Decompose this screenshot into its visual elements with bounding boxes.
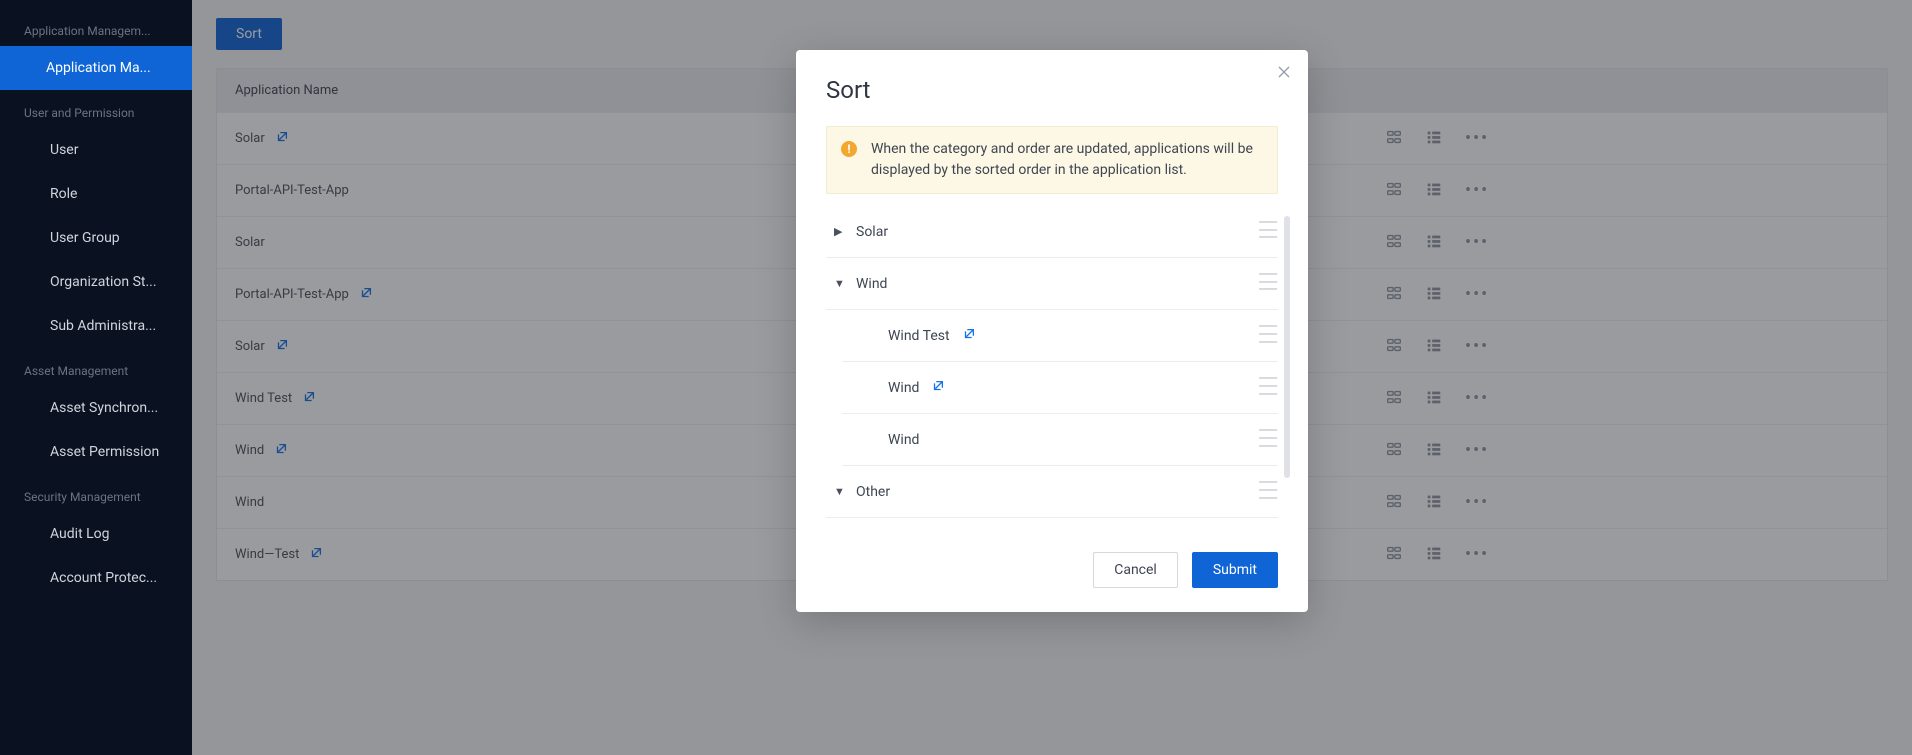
sidebar-item[interactable]: Role	[0, 172, 192, 216]
external-link-icon[interactable]	[962, 327, 976, 345]
drag-handle-icon[interactable]: ――――――	[1258, 324, 1276, 347]
sidebar-group-title: User and Permission	[0, 90, 192, 128]
sidebar-item[interactable]: Audit Log	[0, 512, 192, 556]
sidebar-item[interactable]: Account Protec...	[0, 556, 192, 600]
sidebar-group-title: Application Managem...	[0, 8, 192, 46]
drag-handle-icon[interactable]: ――――――	[1258, 272, 1276, 295]
sidebar-item[interactable]: User Group	[0, 216, 192, 260]
sidebar-group-title: Security Management	[0, 474, 192, 512]
tree-label: Wind	[888, 380, 919, 396]
modal-title: Sort	[826, 76, 1278, 104]
drag-handle-icon[interactable]: ――――――	[1258, 480, 1276, 503]
tree-label: Wind	[856, 276, 887, 292]
tree-row[interactable]: ▶ Solar ――――――	[826, 206, 1278, 258]
tree-label: Solar	[856, 224, 888, 240]
caret-down-icon[interactable]: ▼	[834, 277, 844, 290]
cancel-button[interactable]: Cancel	[1093, 552, 1178, 588]
tree-label: Wind Test	[888, 328, 950, 344]
sidebar-item[interactable]: Organization St...	[0, 260, 192, 304]
drag-handle-icon[interactable]: ――――――	[1258, 428, 1276, 451]
sort-modal: Sort ! When the category and order are u…	[796, 50, 1308, 612]
caret-right-icon[interactable]: ▶	[834, 225, 844, 238]
warning-icon: !	[841, 141, 857, 157]
sidebar: Application Managem...Application Ma...U…	[0, 0, 192, 755]
notice-banner: ! When the category and order are update…	[826, 126, 1278, 194]
modal-footer: Cancel Submit	[826, 552, 1278, 588]
external-link-icon[interactable]	[931, 379, 945, 397]
sidebar-item[interactable]: User	[0, 128, 192, 172]
tree-row[interactable]: ▼ Other ――――――	[826, 466, 1278, 518]
sort-tree: ▶Solar――――――▼Wind――――――Wind Test――――――Wi…	[826, 206, 1278, 518]
tree-row[interactable]: Wind ――――――	[842, 362, 1278, 414]
sidebar-item[interactable]: Application Ma...	[0, 46, 192, 90]
drag-handle-icon[interactable]: ――――――	[1258, 220, 1276, 243]
notice-text: When the category and order are updated,…	[871, 141, 1253, 178]
sidebar-item[interactable]: Asset Synchron...	[0, 386, 192, 430]
main-content: Sort Application Name Owning Organizatio…	[192, 0, 1912, 755]
tree-label: Other	[856, 484, 890, 500]
close-icon[interactable]	[1276, 64, 1292, 85]
tree-row[interactable]: Wind ――――――	[842, 414, 1278, 466]
scrollbar[interactable]	[1284, 216, 1290, 478]
sidebar-group-title: Asset Management	[0, 348, 192, 386]
drag-handle-icon[interactable]: ――――――	[1258, 376, 1276, 399]
submit-button[interactable]: Submit	[1192, 552, 1278, 588]
tree-label: Wind	[888, 432, 919, 448]
tree-row[interactable]: Wind Test ――――――	[842, 310, 1278, 362]
sidebar-item[interactable]: Sub Administra...	[0, 304, 192, 348]
sidebar-item[interactable]: Asset Permission	[0, 430, 192, 474]
caret-down-icon[interactable]: ▼	[834, 485, 844, 498]
tree-row[interactable]: ▼ Wind ――――――	[826, 258, 1278, 310]
